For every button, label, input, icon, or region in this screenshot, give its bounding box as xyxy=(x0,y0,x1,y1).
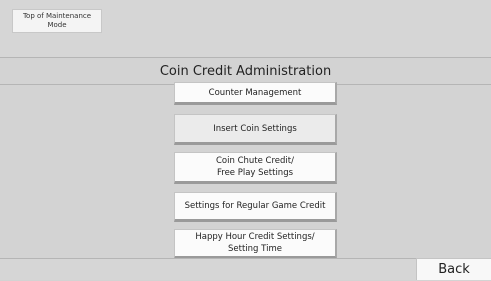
regular-game-credit-button[interactable]: Settings for Regular Game Credit xyxy=(174,192,337,222)
header-divider xyxy=(0,57,491,58)
back-button[interactable]: Back xyxy=(416,258,491,280)
page-title: Coin Credit Administration xyxy=(159,64,332,79)
coin-chute-credit-button[interactable]: Coin Chute Credit/ Free Play Settings xyxy=(174,152,337,184)
happy-hour-credit-button[interactable]: Happy Hour Credit Settings/ Setting Time xyxy=(174,229,337,259)
counter-management-button[interactable]: Counter Management xyxy=(174,82,337,105)
top-of-maintenance-mode-button[interactable]: Top of Maintenance Mode xyxy=(12,9,102,33)
insert-coin-settings-button[interactable]: Insert Coin Settings xyxy=(174,114,337,145)
